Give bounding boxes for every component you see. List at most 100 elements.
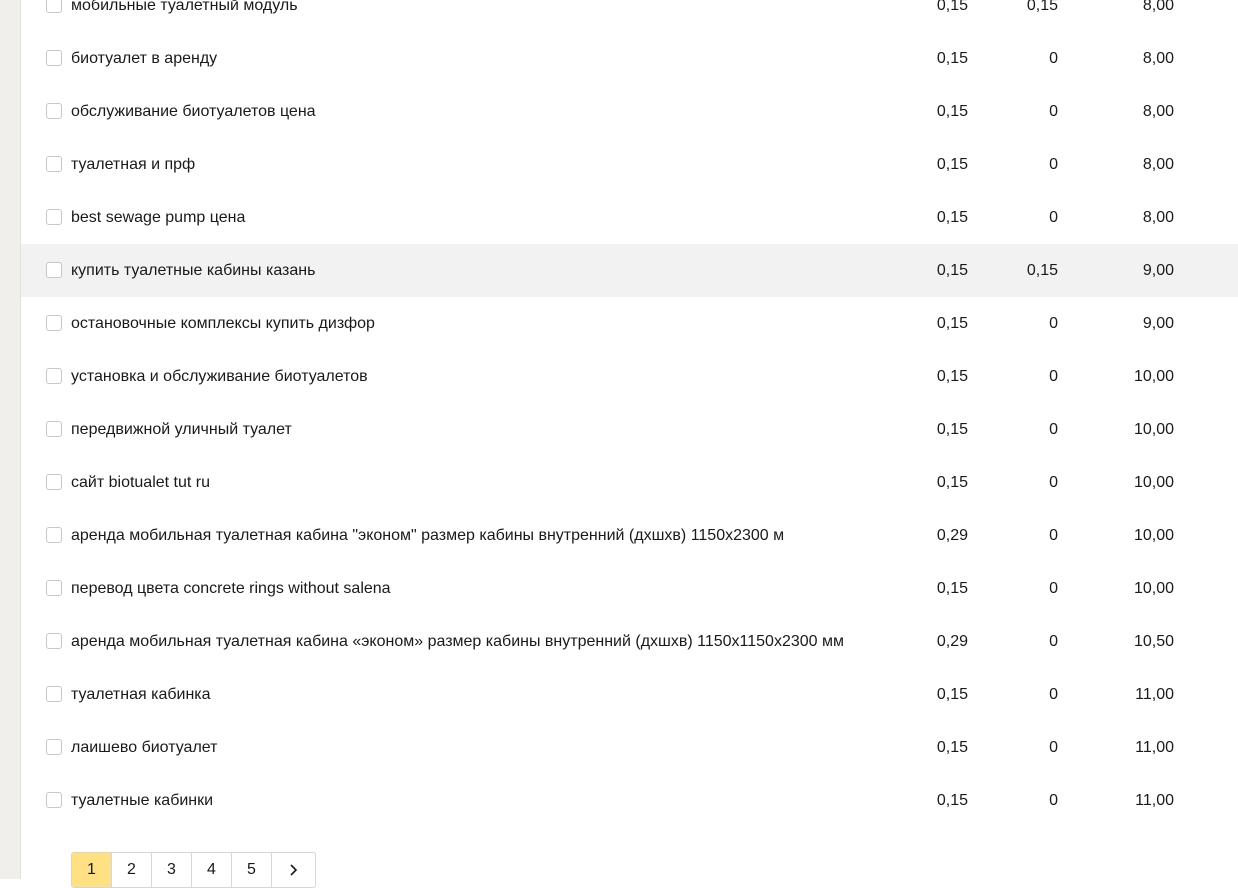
value-column-2: 0 (1049, 315, 1058, 332)
page-button-3[interactable]: 3 (152, 853, 192, 887)
value-column-3: 8,00 (1142, 156, 1174, 173)
table-row[interactable]: остановочные комплексы купить дизфор 0,15… (21, 297, 1238, 350)
value-column-2: 0 (1049, 580, 1058, 597)
value-column-3: 11,00 (1135, 792, 1174, 809)
value-column-3: 9,00 (1142, 315, 1174, 332)
value-column-1: 0,15 (936, 0, 968, 14)
value-column-2: 0 (1049, 686, 1058, 703)
value-column-3: 8,00 (1142, 103, 1174, 120)
value-column-2: 0 (1049, 50, 1058, 67)
value-column-1: 0,15 (936, 739, 968, 756)
row-checkbox[interactable] (46, 103, 62, 119)
keyword-phrase: перевод цвета concrete rings without sal… (71, 580, 391, 597)
row-checkbox[interactable] (46, 792, 62, 808)
value-column-1: 0,15 (936, 792, 968, 809)
table-row[interactable]: лаишево биотуалет 0,15 0 11,00 (21, 721, 1238, 774)
value-column-2: 0 (1049, 792, 1058, 809)
value-column-2: 0,15 (1026, 0, 1058, 14)
left-sidebar-strip (0, 0, 21, 879)
table-row[interactable]: биотуалет в аренду 0,15 0 8,00 (21, 32, 1238, 85)
keyword-phrase: туалетная кабинка (71, 686, 211, 703)
keyword-phrase: мобильные туалетный модуль (71, 0, 298, 14)
value-column-3: 10,00 (1133, 527, 1174, 544)
value-column-2: 0 (1049, 156, 1058, 173)
value-column-1: 0,29 (936, 527, 968, 544)
table-row[interactable]: передвижной уличный туалет 0,15 0 10,00 (21, 403, 1238, 456)
table-row[interactable]: купить туалетные кабины казань 0,15 0,15 9,… (21, 244, 1238, 297)
value-column-1: 0,15 (936, 262, 968, 279)
value-column-3: 10,00 (1133, 474, 1174, 491)
value-column-2: 0 (1049, 527, 1058, 544)
keyword-phrase: аренда мобильная туалетная кабина «эконо… (71, 633, 844, 650)
value-column-1: 0,15 (936, 209, 968, 226)
value-column-3: 10,00 (1133, 421, 1174, 438)
value-column-3: 10,00 (1133, 368, 1174, 385)
value-column-3: 10,50 (1133, 633, 1174, 650)
keyword-phrase: обслуживание биотуалетов цена (71, 103, 316, 120)
keyword-table: мобильные туалетный модуль 0,15 0,15 8,00 би… (21, 0, 1238, 827)
keyword-phrase: купить туалетные кабины казань (71, 262, 316, 279)
value-column-3: 8,00 (1142, 50, 1174, 67)
row-checkbox[interactable] (46, 315, 62, 331)
table-row[interactable]: обслуживание биотуалетов цена 0,15 0 8,00 (21, 85, 1238, 138)
value-column-3: 8,00 (1142, 0, 1174, 14)
value-column-3: 8,00 (1142, 209, 1174, 226)
value-column-2: 0 (1049, 368, 1058, 385)
value-column-1: 0,15 (936, 686, 968, 703)
value-column-1: 0,15 (936, 474, 968, 491)
value-column-3: 11,00 (1135, 686, 1174, 703)
row-checkbox[interactable] (46, 368, 62, 384)
table-row[interactable]: установка и обслуживание биотуалетов 0,15… (21, 350, 1238, 403)
value-column-1: 0,29 (936, 633, 968, 650)
value-column-3: 9,00 (1142, 262, 1174, 279)
row-checkbox[interactable] (46, 580, 62, 596)
table-row[interactable]: туалетные кабинки 0,15 0 11,00 (21, 774, 1238, 827)
value-column-3: 10,00 (1133, 580, 1174, 597)
table-row[interactable]: best sewage pump цена 0,15 0 8,00 (21, 191, 1238, 244)
keyword-phrase: туалетные кабинки (71, 792, 214, 809)
value-column-1: 0,15 (936, 103, 968, 120)
chevron-right-icon (289, 864, 297, 876)
table-row[interactable]: аренда мобильная туалетная кабина "эконо… (21, 509, 1238, 562)
table-row[interactable]: туалетная и прф 0,15 0 8,00 (21, 138, 1238, 191)
value-column-2: 0 (1049, 633, 1058, 650)
value-column-2: 0,15 (1026, 262, 1058, 279)
row-checkbox[interactable] (46, 209, 62, 225)
value-column-1: 0,15 (936, 580, 968, 597)
page-button-4[interactable]: 4 (192, 853, 232, 887)
row-checkbox[interactable] (46, 50, 62, 66)
table-row[interactable]: аренда мобильная туалетная кабина «эконо… (21, 615, 1238, 668)
table-row[interactable]: туалетная кабинка 0,15 0 11,00 (21, 668, 1238, 721)
page-button-1[interactable]: 1 (72, 853, 112, 887)
value-column-3: 11,00 (1135, 739, 1174, 756)
keyword-phrase: аренда мобильная туалетная кабина "эконо… (71, 527, 785, 544)
keyword-phrase: лаишево биотуалет (71, 739, 218, 756)
value-column-1: 0,15 (936, 315, 968, 332)
table-row[interactable]: мобильные туалетный модуль 0,15 0,15 8,00 (21, 0, 1238, 32)
row-checkbox[interactable] (46, 739, 62, 755)
table-row[interactable]: перевод цвета concrete rings without sal… (21, 562, 1238, 615)
row-checkbox[interactable] (46, 686, 62, 702)
value-column-2: 0 (1049, 209, 1058, 226)
keyword-phrase: биотуалет в аренду (71, 50, 218, 67)
row-checkbox[interactable] (46, 262, 62, 278)
keyword-phrase: сайт biotualet tut ru (71, 474, 211, 491)
row-checkbox[interactable] (46, 527, 62, 543)
row-checkbox[interactable] (46, 633, 62, 649)
value-column-2: 0 (1049, 103, 1058, 120)
row-checkbox[interactable] (46, 474, 62, 490)
keyword-phrase: туалетная и прф (71, 156, 196, 173)
value-column-2: 0 (1049, 421, 1058, 438)
row-checkbox[interactable] (46, 156, 62, 172)
row-checkbox[interactable] (46, 0, 62, 13)
page-button-5[interactable]: 5 (232, 853, 272, 887)
row-checkbox[interactable] (46, 421, 62, 437)
page-button-2[interactable]: 2 (112, 853, 152, 887)
value-column-2: 0 (1049, 739, 1058, 756)
keyword-phrase: best sewage pump цена (71, 209, 246, 226)
next-page-button[interactable] (272, 853, 315, 887)
value-column-2: 0 (1049, 474, 1058, 491)
pagination: 12345 (71, 852, 316, 888)
table-row[interactable]: сайт biotualet tut ru 0,15 0 10,00 (21, 456, 1238, 509)
value-column-1: 0,15 (936, 368, 968, 385)
